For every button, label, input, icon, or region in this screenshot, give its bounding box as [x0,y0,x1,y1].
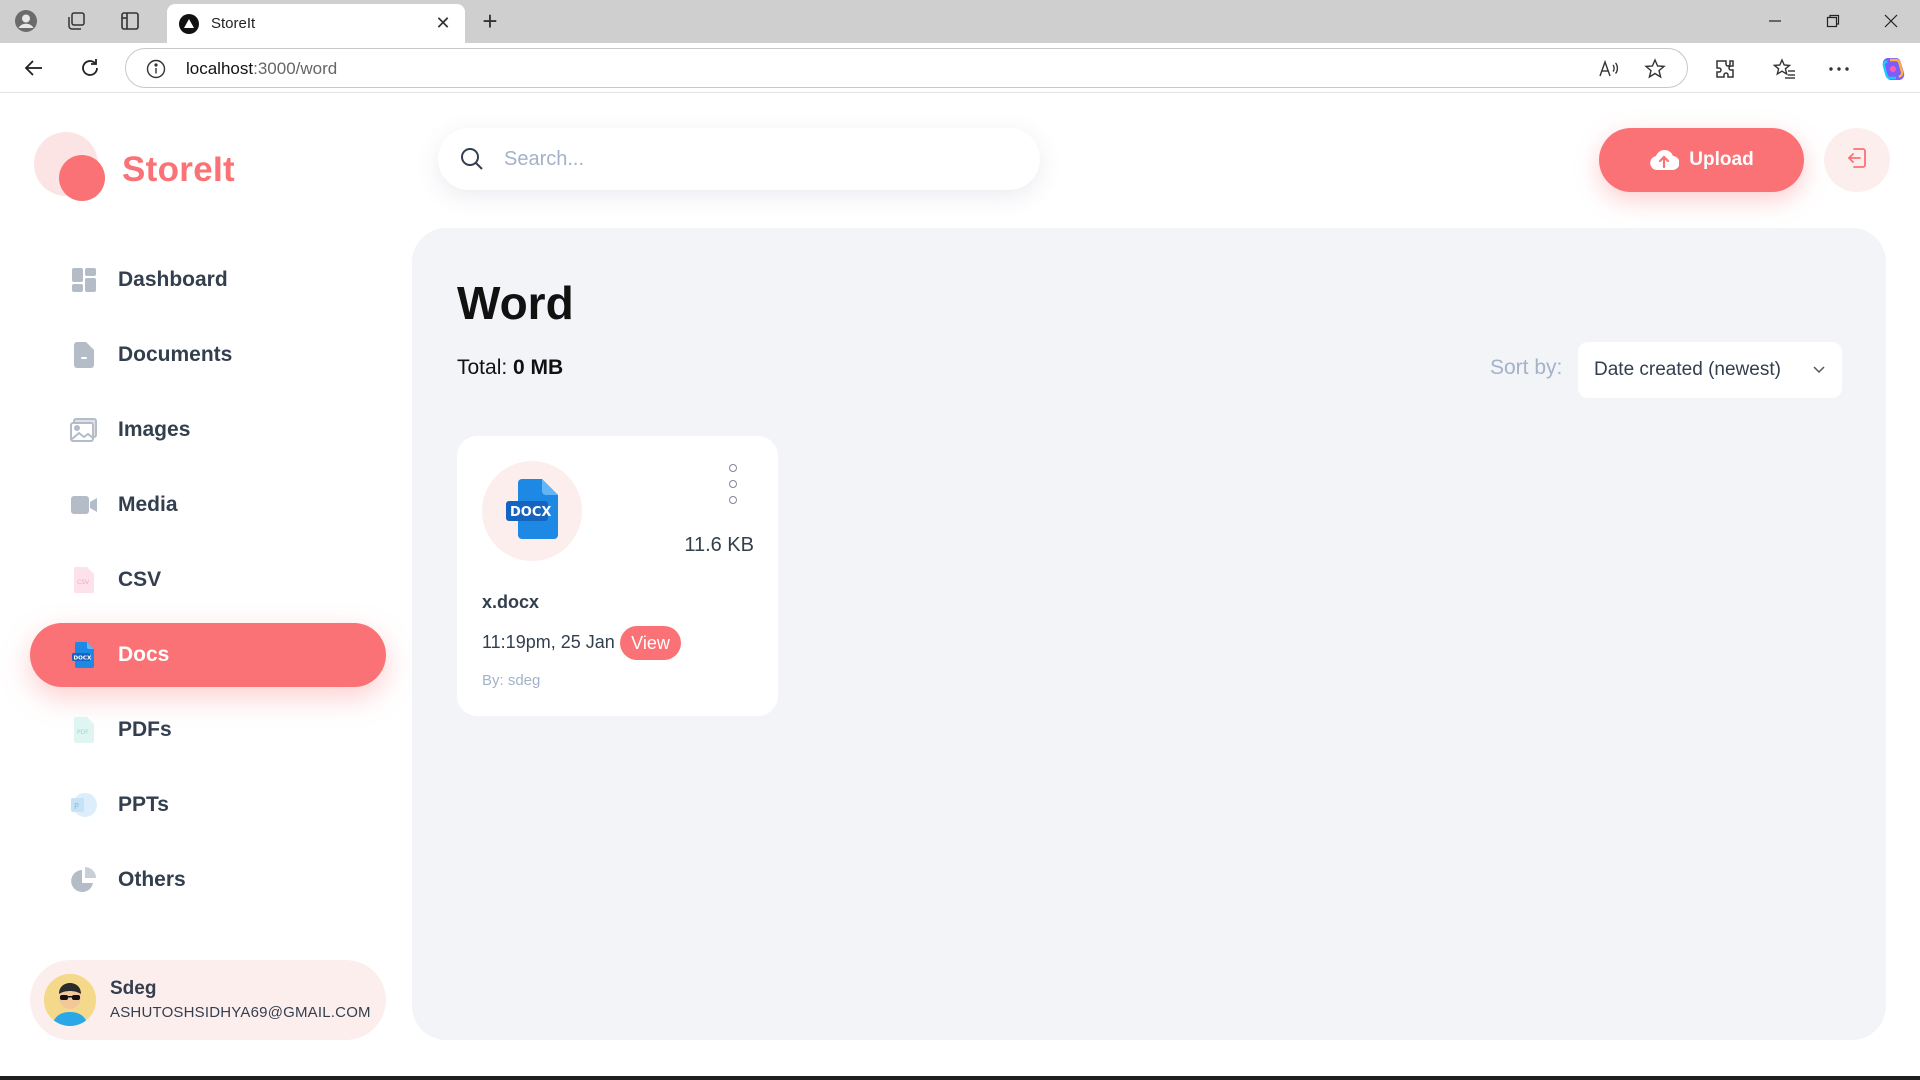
file-actions-menu-icon[interactable] [723,464,743,504]
sidebar-item-pdfs[interactable]: PDF PDFs [30,698,386,762]
upload-label: Upload [1689,149,1754,170]
taskbar-edge [0,1076,1920,1080]
csv-icon: CSV [70,566,98,594]
sort-label: Sort by: [1490,356,1563,379]
sidebar-item-documents[interactable]: Documents [30,323,386,387]
sidebar-item-label: Others [118,868,186,891]
sidebar-nav: Dashboard Documents Images Media CSV CSV [30,248,386,923]
pdf-icon: PDF [70,716,98,744]
svg-text:PDF: PDF [77,729,89,736]
user-profile-card[interactable]: Sdeg ASHUTOSHSIDHYA69@GMAIL.COM [30,960,386,1040]
storeit-favicon-icon [179,13,199,34]
images-icon [70,416,98,444]
sidebar-item-ppts[interactable]: P PPTs [30,773,386,837]
svg-text:CSV: CSV [77,579,90,586]
copilot-icon[interactable] [1878,55,1908,83]
file-name: x.docx [482,592,540,612]
new-tab-button[interactable]: + [474,6,506,36]
svg-text:DOCX: DOCX [74,655,93,661]
view-button[interactable]: View [620,626,681,660]
avatar [44,974,96,1026]
url-text: localhost:3000/word [186,59,337,79]
total-value: 0 MB [513,356,564,379]
user-email: ASHUTOSHSIDHYA69@GMAIL.COM [110,1004,371,1021]
logout-button[interactable] [1824,128,1890,192]
sidebar-item-label: Documents [118,343,233,366]
chevron-down-icon [1812,359,1826,381]
favorites-icon[interactable] [1770,55,1800,83]
url-host: localhost [186,59,254,78]
file-thumbnail: DOCX [482,461,582,561]
read-aloud-icon[interactable] [1596,57,1622,81]
search-icon [460,147,484,176]
total-label: Total: [457,356,508,379]
svg-text:P: P [74,802,79,811]
url-field[interactable]: localhost:3000/word [125,48,1688,88]
sidebar-item-media[interactable]: Media [30,473,386,537]
sidebar-item-label: Images [118,418,191,441]
cloud-upload-icon [1649,148,1680,172]
sidebar-item-label: PPTs [118,793,169,816]
logo-circle-front [59,155,105,201]
others-icon [70,866,98,894]
sidebar-item-label: CSV [118,568,162,591]
restore-icon[interactable] [1810,6,1856,36]
search-bar[interactable] [438,128,1040,190]
sidebar-item-csv[interactable]: CSV CSV [30,548,386,612]
more-options-icon[interactable] [1824,55,1854,83]
ppt-icon: P [70,791,98,819]
workspaces-icon[interactable] [60,6,92,36]
sidebar-item-dashboard[interactable]: Dashboard [30,248,386,312]
sidebar-item-others[interactable]: Others [30,848,386,912]
browser-address-bar: localhost:3000/word [0,43,1920,93]
docs-icon: DOCX [70,641,98,669]
reload-icon[interactable] [74,53,106,83]
browser-tab-bar: StoreIt ✕ + [0,0,1920,43]
total-size: Total: 0 MB [457,356,563,380]
site-info-icon[interactable] [146,59,166,84]
sidebar-item-label: Dashboard [118,268,228,291]
logout-icon [1844,145,1870,176]
minimize-icon[interactable] [1752,6,1798,36]
main-content: Word Total: 0 MB Sort by: Date created (… [412,228,1886,1040]
upload-button[interactable]: Upload [1599,128,1804,192]
file-card[interactable]: DOCX 11.6 KB x.docx 11:19pm, 25 Jan View… [457,436,778,716]
file-size: 11.6 KB [684,534,754,556]
tab-close-icon[interactable]: ✕ [433,13,453,34]
vertical-tabs-icon[interactable] [114,6,146,36]
sort-select[interactable]: Date created (newest) [1578,342,1842,398]
file-date: 11:19pm, 25 Jan [482,632,615,652]
sort-value: Date created (newest) [1594,359,1781,380]
documents-icon [70,341,98,369]
favorite-star-icon[interactable] [1642,57,1668,81]
user-name: Sdeg [110,978,157,999]
sidebar-item-images[interactable]: Images [30,398,386,462]
storeit-app: StoreIt Dashboard Documents Images Media… [6,94,1920,1074]
media-icon [70,491,98,519]
file-owner: By: sdeg [482,672,541,689]
tab-title: StoreIt [211,15,256,32]
docx-badge-text: DOCX [510,505,551,520]
back-icon[interactable] [18,53,50,83]
brand-logo[interactable]: StoreIt [30,128,250,202]
dashboard-icon [70,266,98,294]
browser-tab-active[interactable]: StoreIt ✕ [167,4,465,43]
sidebar-item-label: PDFs [118,718,172,741]
search-input[interactable] [504,142,1004,176]
sidebar-item-label: Docs [118,643,170,666]
profile-icon[interactable] [10,6,42,36]
extensions-icon[interactable] [1710,55,1740,83]
brand-name: StoreIt [122,150,235,189]
page-title: Word [457,277,574,329]
docx-file-icon: DOCX [504,478,560,544]
sidebar-item-docs[interactable]: DOCX Docs [30,623,386,687]
sidebar-item-label: Media [118,493,178,516]
close-window-icon[interactable] [1868,6,1914,36]
url-path: :3000/word [253,59,338,78]
